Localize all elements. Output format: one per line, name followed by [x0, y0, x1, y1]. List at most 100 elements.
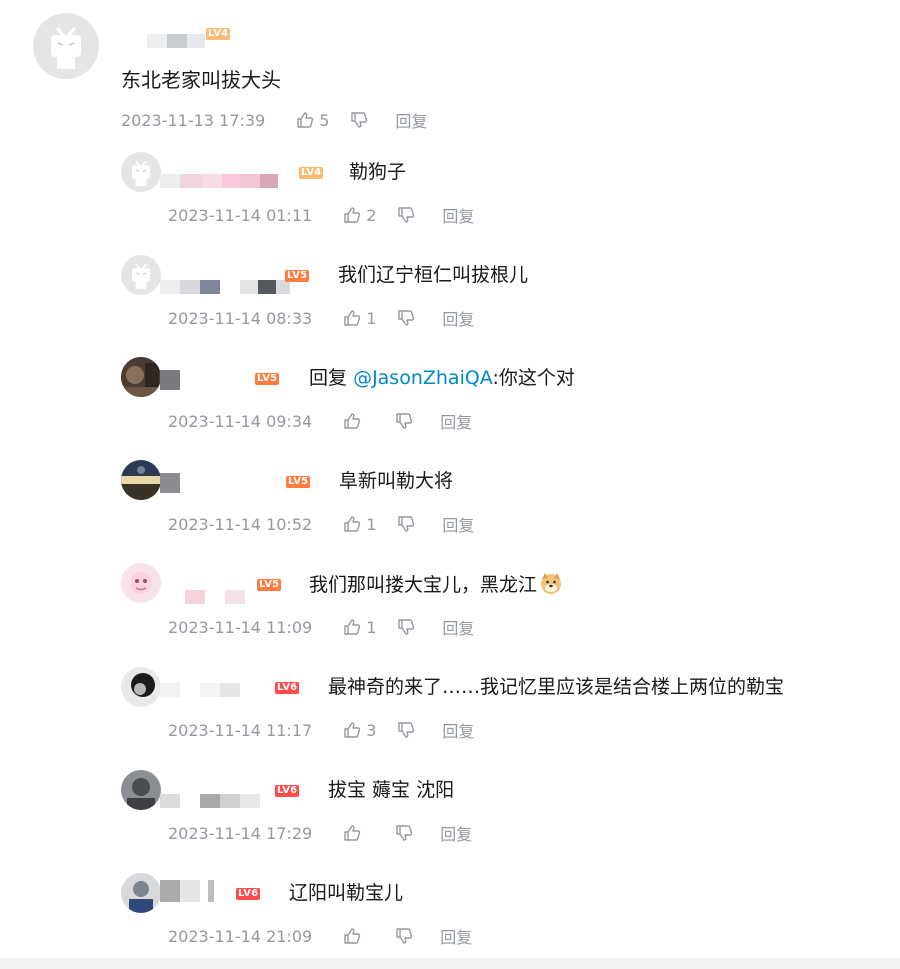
dislike-button[interactable] [396, 308, 416, 328]
dislike-button[interactable] [396, 720, 416, 740]
username-redacted[interactable] [160, 370, 180, 390]
reply-button[interactable]: 回复 [442, 203, 474, 227]
thumbs-down-icon [351, 112, 368, 128]
avatar[interactable] [121, 667, 161, 707]
reply-text: 阜新叫勒大将 [339, 470, 454, 492]
reply-button[interactable]: 回复 [442, 615, 474, 639]
thumbs-down-icon [398, 207, 415, 223]
like-button[interactable]: 1 [342, 514, 376, 534]
username-redacted[interactable] [160, 794, 260, 808]
like-count: 1 [366, 514, 377, 534]
reply-meta: 2023-11-14 17:29 回复 [168, 821, 472, 845]
user-photo-icon [121, 460, 161, 500]
level-badge: LV5 [285, 270, 310, 282]
comment-meta: 2023-11-13 17:39 5 回复 [121, 108, 427, 132]
reply-meta: 2023-11-14 01:11 2 回复 [168, 203, 474, 227]
thumbs-up-icon [344, 825, 361, 841]
like-count: 2 [366, 205, 377, 225]
like-button[interactable]: 1 [342, 308, 376, 328]
like-count: 5 [319, 110, 330, 130]
dislike-button[interactable] [394, 823, 414, 843]
user-photo-icon [121, 667, 161, 707]
level-badge: LV6 [275, 682, 300, 694]
thumbs-up-icon [344, 516, 361, 532]
reply-time: 2023-11-14 11:17 [168, 720, 313, 740]
avatar[interactable] [121, 255, 161, 295]
reply-text: 我们辽宁桓仁叫拔根儿 [338, 264, 529, 286]
reply-meta: 2023-11-14 11:17 3 回复 [168, 718, 474, 742]
reply-button[interactable]: 回复 [395, 108, 427, 132]
reply-button[interactable]: 回复 [442, 718, 474, 742]
comment-time: 2023-11-13 17:39 [121, 110, 266, 130]
thumbs-down-icon [398, 722, 415, 738]
reply-body: :你这个对 [492, 367, 575, 389]
like-count: 3 [366, 720, 377, 740]
thumbs-up-icon [344, 413, 361, 429]
like-button[interactable] [342, 411, 374, 431]
reply-time: 2023-11-14 01:11 [168, 205, 313, 225]
reply-body: 我们那叫搂大宝儿，黑龙江 [309, 574, 538, 596]
avatar[interactable] [121, 152, 161, 192]
thumbs-down-icon [396, 928, 413, 944]
dislike-button[interactable] [396, 617, 416, 637]
like-button[interactable]: 1 [342, 617, 376, 637]
reply-meta: 2023-11-14 21:09 回复 [168, 924, 472, 948]
avatar[interactable] [121, 357, 161, 397]
bilibili-tv-icon [51, 27, 81, 69]
username-redacted[interactable] [160, 880, 214, 902]
avatar[interactable] [121, 460, 161, 500]
reply-button[interactable]: 回复 [442, 512, 474, 536]
username-redacted[interactable] [160, 683, 240, 697]
like-button[interactable] [342, 926, 374, 946]
username-redacted[interactable] [185, 590, 245, 604]
mention-link[interactable]: @JasonZhaiQA [353, 367, 492, 389]
thumbs-up-icon [344, 207, 361, 223]
avatar[interactable] [121, 770, 161, 810]
thumbs-down-icon [396, 413, 413, 429]
like-count: 1 [366, 617, 377, 637]
user-photo-icon [121, 770, 161, 810]
level-badge: LV5 [286, 476, 311, 488]
user-photo-icon [121, 873, 161, 913]
reply-meta: 2023-11-14 11:09 1 回复 [168, 615, 474, 639]
reply-time: 2023-11-14 09:34 [168, 411, 313, 431]
dislike-button[interactable] [396, 514, 416, 534]
dislike-button[interactable] [396, 205, 416, 225]
user-photo-icon [121, 357, 161, 397]
doge-emoji [541, 573, 562, 594]
reply-meta: 2023-11-14 08:33 1 回复 [168, 306, 474, 330]
username-redacted[interactable] [160, 174, 278, 188]
reply-time: 2023-11-14 10:52 [168, 514, 313, 534]
reply-text: 最神奇的来了……我记忆里应该是结合楼上两位的勒宝 [328, 676, 785, 698]
level-badge: LV4 [206, 28, 231, 40]
reply-button[interactable]: 回复 [440, 821, 472, 845]
like-button[interactable] [342, 823, 374, 843]
avatar[interactable] [121, 563, 161, 603]
like-button[interactable]: 3 [342, 720, 376, 740]
username-redacted[interactable] [147, 34, 205, 48]
page-bottom-edge [0, 958, 900, 969]
level-badge: LV6 [275, 785, 300, 797]
reply-button[interactable]: 回复 [442, 306, 474, 330]
reply-button[interactable]: 回复 [440, 924, 472, 948]
reply-button[interactable]: 回复 [440, 409, 472, 433]
avatar[interactable] [121, 873, 161, 913]
thumbs-up-icon [344, 310, 361, 326]
like-button[interactable]: 2 [342, 205, 376, 225]
reply-time: 2023-11-14 11:09 [168, 617, 313, 637]
bilibili-tv-icon [131, 160, 151, 186]
level-badge: LV5 [255, 373, 280, 385]
like-button[interactable]: 5 [295, 110, 329, 130]
thumbs-down-icon [398, 310, 415, 326]
avatar[interactable] [33, 13, 99, 79]
dislike-button[interactable] [394, 411, 414, 431]
dislike-button[interactable] [349, 110, 369, 130]
bilibili-tv-icon [131, 263, 151, 289]
comment-text: 东北老家叫拔大头 [121, 68, 281, 92]
thumbs-down-icon [398, 619, 415, 635]
thumbs-up-icon [344, 722, 361, 738]
thumbs-down-icon [396, 825, 413, 841]
username-redacted[interactable] [160, 280, 290, 294]
username-redacted[interactable] [160, 473, 180, 493]
dislike-button[interactable] [394, 926, 414, 946]
